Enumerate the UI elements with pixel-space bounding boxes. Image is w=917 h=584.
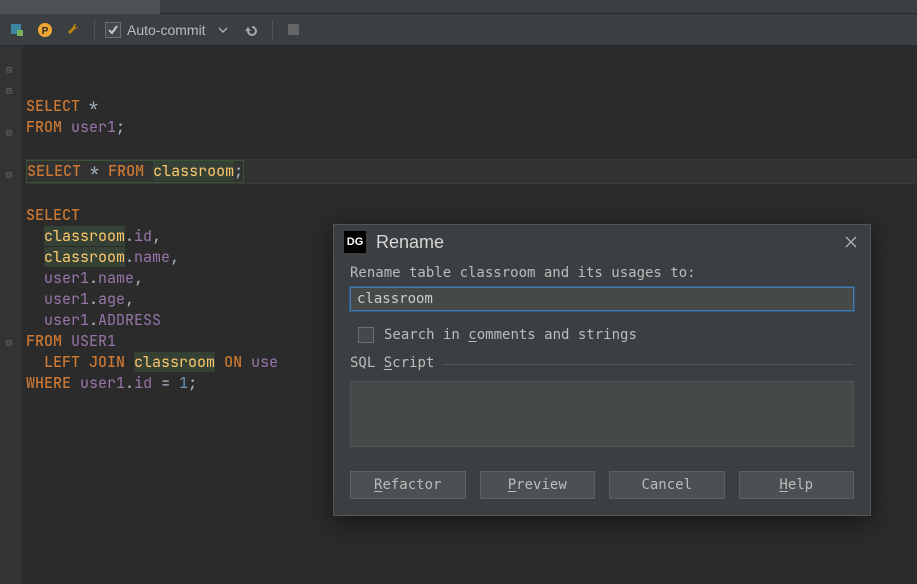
preview-button[interactable]: Preview — [480, 471, 596, 499]
rollback-icon[interactable] — [240, 19, 262, 41]
code-line[interactable]: SELECT * — [26, 96, 917, 117]
dialog-button-row: Refactor Preview Cancel Help — [350, 471, 854, 499]
fold-icon[interactable]: ⊟ — [6, 80, 16, 90]
search-comments-checkbox[interactable]: Search in comments and strings — [358, 327, 854, 343]
toolbar-separator — [272, 20, 273, 40]
gutter: ⊟ ⊟ ⊟ ⊟ ⊟ — [0, 46, 22, 584]
cancel-button[interactable]: Cancel — [609, 471, 725, 499]
sql-script-textarea[interactable] — [350, 381, 854, 447]
db-console-icon[interactable] — [6, 19, 28, 41]
fold-icon[interactable]: ⊟ — [6, 59, 16, 69]
fold-icon[interactable]: ⊟ — [6, 164, 16, 174]
refactor-button[interactable]: Refactor — [350, 471, 466, 499]
fold-icon[interactable]: ⊟ — [6, 332, 16, 342]
sql-script-label: SQL Script — [350, 355, 440, 371]
code-line[interactable] — [26, 138, 917, 159]
sql-script-section: SQL Script — [350, 355, 854, 451]
stop-icon — [288, 24, 299, 35]
autocommit-checkbox[interactable]: Auto-commit — [105, 22, 206, 38]
help-button[interactable]: Help — [739, 471, 855, 499]
stop-button[interactable] — [283, 19, 305, 41]
code-line[interactable]: SELECT — [26, 205, 917, 226]
rename-dialog: DG Rename Rename table classroom and its… — [333, 224, 871, 516]
rename-input[interactable] — [350, 287, 854, 311]
checkbox-box — [358, 327, 374, 343]
wrench-icon[interactable] — [62, 19, 84, 41]
autocommit-label: Auto-commit — [127, 22, 206, 38]
section-rule — [442, 364, 854, 365]
toolbar: P Auto-commit — [0, 14, 917, 46]
dialog-titlebar: DG Rename — [334, 225, 870, 259]
active-tab[interactable] — [0, 0, 160, 14]
checkbox-box — [105, 22, 121, 38]
pending-icon[interactable]: P — [34, 19, 56, 41]
search-comments-label: Search in comments and strings — [384, 327, 637, 343]
dialog-title: Rename — [376, 232, 444, 253]
svg-text:P: P — [42, 26, 49, 37]
rename-prompt: Rename table classroom and its usages to… — [350, 265, 854, 281]
code-line[interactable]: SELECT * FROM classroom; — [26, 159, 917, 184]
close-button[interactable] — [842, 233, 860, 251]
code-line[interactable] — [26, 184, 917, 205]
chevron-down-icon[interactable] — [212, 19, 234, 41]
code-line[interactable]: FROM user1; — [26, 117, 917, 138]
fold-icon[interactable]: ⊟ — [6, 122, 16, 132]
tab-strip — [0, 0, 917, 14]
datagrip-badge-icon: DG — [344, 231, 366, 253]
toolbar-separator — [94, 20, 95, 40]
